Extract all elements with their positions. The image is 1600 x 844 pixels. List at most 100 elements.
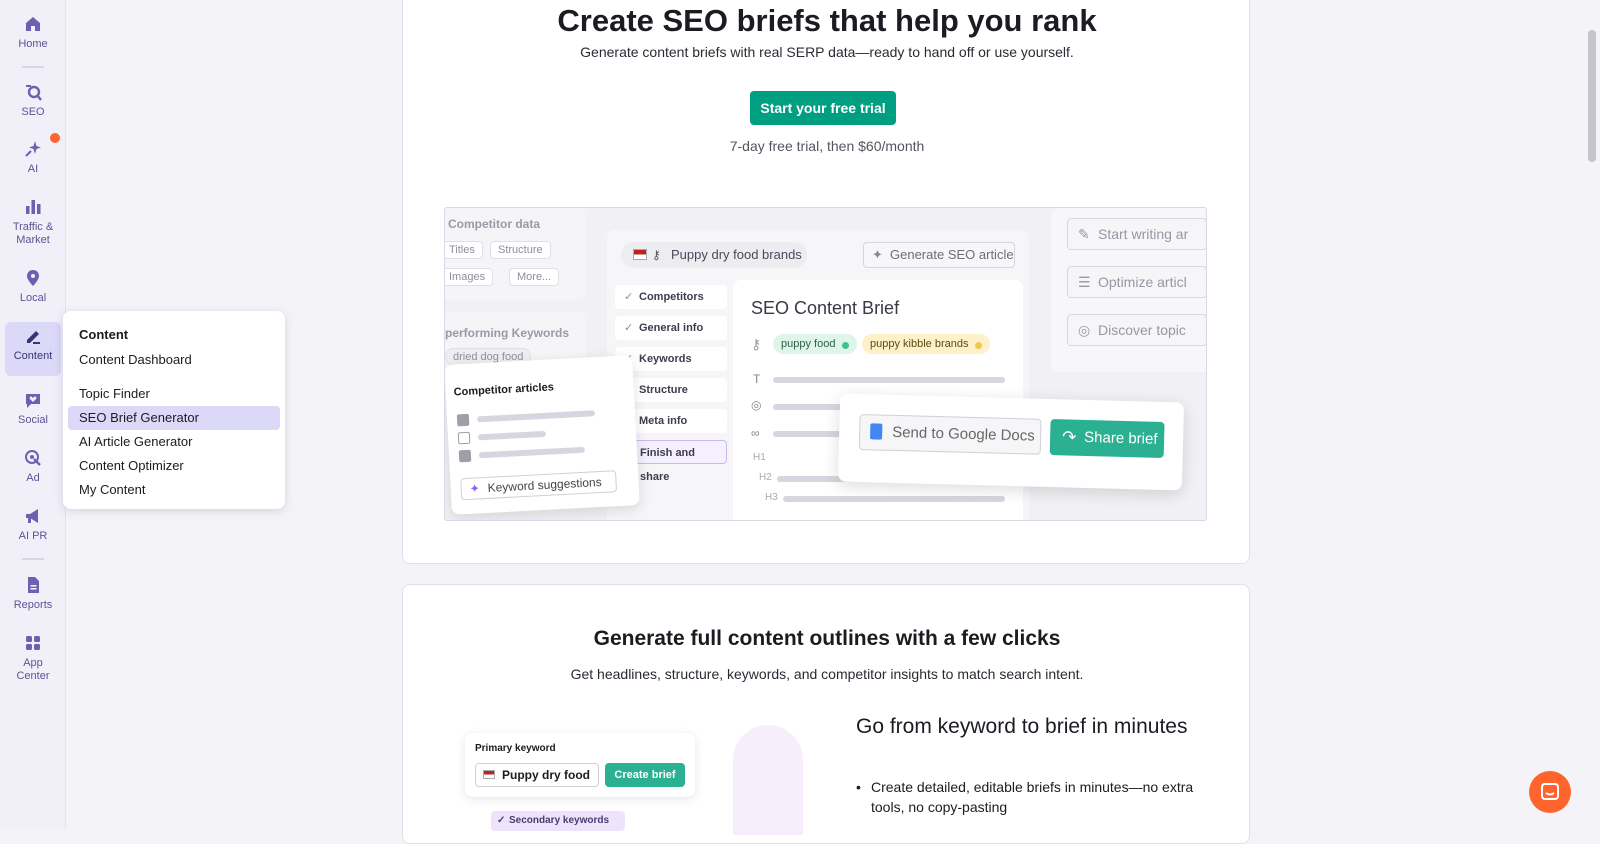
step-competitors[interactable]: Competitors [615, 285, 727, 309]
link-icon: ∞ [751, 426, 760, 440]
share-brief-button[interactable]: ↷ Share brief [1049, 419, 1165, 459]
heading-h1: H1 [753, 452, 766, 463]
step-general-info[interactable]: General info [615, 316, 727, 340]
keyword-suggestions-label: Keyword suggestions [487, 474, 602, 495]
nav-seo[interactable]: SEO [5, 82, 61, 119]
nav-ai-pr[interactable]: AI PR [5, 506, 61, 543]
primary-keyword-label: Primary keyword [475, 743, 556, 754]
section-subtitle: Get headlines, structure, keywords, and … [570, 666, 1084, 682]
heart-chat-icon [26, 394, 40, 408]
competitor-data-panel: Competitor data Titles Structure Images … [445, 208, 586, 300]
brief-title: SEO Content Brief [751, 298, 900, 318]
seo-icon [26, 85, 42, 101]
nav-traffic-market[interactable]: Traffic & Market [5, 197, 61, 247]
chip-more: More... [509, 268, 560, 286]
nav-social[interactable]: Social [5, 390, 61, 427]
competitor-data-title: Competitor data [448, 217, 541, 231]
share-arrow-icon: ↷ [1061, 427, 1077, 447]
nav-ad[interactable]: Ad [5, 448, 61, 485]
nav-home[interactable]: Home [5, 14, 61, 51]
keywords-panel-title: performing Keywords [445, 326, 570, 340]
checkbox-checked[interactable] [456, 413, 470, 427]
send-to-google-docs-label: Send to Google Docs [891, 423, 1035, 445]
outline-section-card: Generate full content outlines with a fe… [402, 584, 1250, 844]
nav-ad-label: Ad [26, 472, 40, 484]
decorative-shape [733, 725, 803, 835]
start-writing-label: Start writing ar [1098, 226, 1189, 242]
menu-item-content-optimizer[interactable]: Content Optimizer [68, 454, 280, 478]
section-title: Generate full content outlines with a fe… [593, 627, 1061, 650]
ad-target-icon [25, 450, 41, 466]
nav-home-label: Home [18, 38, 48, 50]
menu-item-content-dashboard[interactable]: Content Dashboard [68, 348, 280, 372]
nav-divider [22, 558, 44, 560]
generate-seo-article-button[interactable]: ✦ Generate SEO article [863, 242, 1015, 268]
menu-item-seo-brief-generator[interactable]: SEO Brief Generator [68, 406, 280, 430]
pen-icon [27, 331, 40, 344]
checkbox-unchecked[interactable] [457, 431, 471, 445]
create-brief-button[interactable]: Create brief [605, 763, 685, 787]
optimize-article-label: Optimize articl [1098, 274, 1187, 290]
product-illustration: Competitor data Titles Structure Images … [444, 207, 1207, 521]
hero-card: Create SEO briefs that help you rank Gen… [402, 0, 1250, 564]
report-doc-icon [28, 577, 39, 593]
nav-reports-label: Reports [13, 599, 53, 611]
ai-sparkle-icon [25, 141, 41, 157]
start-writing-button[interactable]: ✎ Start writing ar [1067, 218, 1206, 250]
nav-app-center[interactable]: App Center [5, 633, 61, 683]
nav-ai[interactable]: AI [5, 139, 61, 176]
nav-local-label: Local [19, 292, 47, 304]
keyword-search-pill: ⚷ Puppy dry food brands [621, 242, 807, 268]
sparkle-icon: ✦ [872, 247, 883, 262]
feature-heading: Go from keyword to brief in minutes [856, 715, 1188, 738]
primary-keyword-card: Primary keyword Puppy dry food Create br… [465, 733, 695, 797]
keyword-pill-text: puppy kibble brands [870, 338, 969, 350]
app-grid-icon [26, 636, 40, 650]
notification-dot [50, 133, 60, 143]
pin-icon: ◎ [1078, 322, 1091, 338]
feature-bullet: Create detailed, editable briefs in minu… [856, 777, 1226, 817]
nav-reports[interactable]: Reports [5, 575, 61, 612]
menu-item-topic-finder[interactable]: Topic Finder [68, 382, 280, 406]
menu-item-ai-article-generator[interactable]: AI Article Generator [68, 430, 280, 454]
send-to-google-docs-button[interactable]: Send to Google Docs [858, 414, 1042, 455]
chat-support-button[interactable] [1529, 771, 1571, 813]
trial-note: 7-day free trial, then $60/month [729, 138, 925, 154]
primary-keyword-input[interactable]: Puppy dry food [475, 763, 599, 787]
nav-local[interactable]: Local [5, 268, 61, 305]
menu-item-my-content[interactable]: My Content [68, 478, 280, 502]
key-icon: ⚷ [751, 336, 762, 352]
share-brief-label: Share brief [1083, 428, 1158, 448]
hero-subtitle: Generate content briefs with real SERP d… [580, 44, 1074, 60]
chip-titles: Titles [445, 241, 483, 259]
page-scrollbar[interactable] [1588, 30, 1596, 162]
megaphone-icon [26, 509, 38, 523]
chip-structure: Structure [490, 241, 551, 259]
placeholder-line [476, 410, 596, 423]
generate-seo-article-label: Generate SEO article [890, 247, 1014, 262]
nav-ai-pr-label: AI PR [18, 530, 48, 542]
secondary-keywords-tab[interactable]: ✓ Secondary keywords [491, 811, 625, 831]
checkbox-checked[interactable] [458, 449, 472, 463]
optimize-article-button[interactable]: ☰ Optimize articl [1067, 266, 1206, 298]
keyword-pill-kibble: puppy kibble brands [862, 334, 991, 354]
nav-center-label: Center [16, 670, 50, 682]
nav-content[interactable]: Content [5, 322, 61, 376]
keyword-search-text: Puppy dry food brands [671, 247, 802, 262]
placeholder-line [783, 496, 1005, 502]
discover-topics-button[interactable]: ◎ Discover topic [1067, 314, 1206, 346]
competitor-articles-card: Competitor articles ✦ Keyword suggestion… [445, 355, 640, 515]
share-card: Send to Google Docs ↷ Share brief [837, 393, 1185, 491]
keyword-suggestions-button[interactable]: ✦ Keyword suggestions [460, 470, 618, 501]
sidebar: Home SEO AI Traffic & Market Local Conte… [0, 0, 66, 829]
placeholder-line [478, 446, 585, 459]
key-icon: ⚷ [652, 248, 661, 262]
sparkle-icon: ✦ [469, 481, 481, 496]
flyout-title: Content [79, 327, 129, 342]
start-trial-button[interactable]: Start your free trial [750, 91, 896, 125]
nav-divider [22, 66, 44, 68]
check-icon: ✓ [497, 815, 506, 826]
secondary-keywords-label: Secondary keywords [509, 815, 610, 826]
page-title: Create SEO briefs that help you rank [557, 3, 1097, 38]
location-pin-icon [27, 270, 39, 286]
